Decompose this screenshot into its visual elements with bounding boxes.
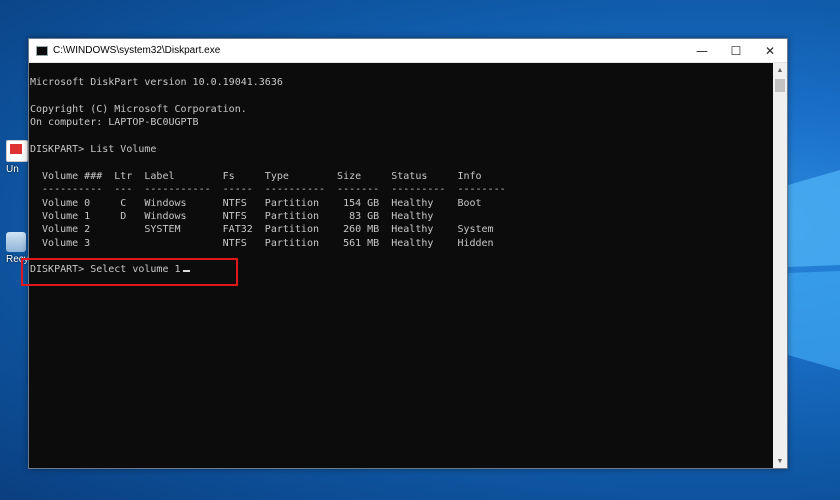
app-shortcut-icon [6, 140, 28, 162]
desktop-icon-app[interactable]: Un [6, 140, 28, 175]
console-line: ---------- --- ----------- ----- -------… [30, 184, 506, 196]
console-app-icon [36, 45, 48, 56]
console-line: Volume ### Ltr Label Fs Type Size Status… [30, 170, 482, 182]
scroll-down-arrow-icon[interactable]: ▼ [773, 454, 787, 468]
desktop-icon-label: Un [6, 164, 19, 175]
title-bar[interactable]: C:\WINDOWS\system32\Diskpart.exe — ☐ ✕ [29, 39, 787, 63]
windows-wallpaper-logo [788, 170, 840, 370]
recycle-bin-icon [6, 232, 26, 252]
console-line: Microsoft DiskPart version 10.0.19041.36… [30, 77, 283, 88]
console-line: Volume 3 NTFS Partition 561 MB Healthy H… [30, 237, 494, 249]
window-title: C:\WINDOWS\system32\Diskpart.exe [53, 45, 221, 56]
scrollbar-thumb[interactable] [775, 79, 785, 92]
diskpart-window[interactable]: C:\WINDOWS\system32\Diskpart.exe — ☐ ✕ M… [28, 38, 788, 469]
console-line: Volume 2 SYSTEM FAT32 Partition 260 MB H… [30, 224, 494, 236]
console-line: Volume 0 C Windows NTFS Partition 154 GB… [30, 197, 482, 209]
scroll-up-arrow-icon[interactable]: ▲ [773, 63, 787, 77]
console-line: DISKPART> List Volume [30, 143, 157, 155]
vertical-scrollbar[interactable]: ▲ ▼ [773, 63, 787, 468]
console-line: Copyright (C) Microsoft Corporation. [30, 103, 247, 115]
minimize-button[interactable]: — [685, 39, 719, 62]
command-highlight-box [21, 258, 238, 286]
close-button[interactable]: ✕ [753, 39, 787, 62]
maximize-button[interactable]: ☐ [719, 39, 753, 62]
console-line: On computer: LAPTOP-BC0UGPTB [30, 117, 199, 129]
console-line: Volume 1 D Windows NTFS Partition 83 GB … [30, 210, 434, 222]
